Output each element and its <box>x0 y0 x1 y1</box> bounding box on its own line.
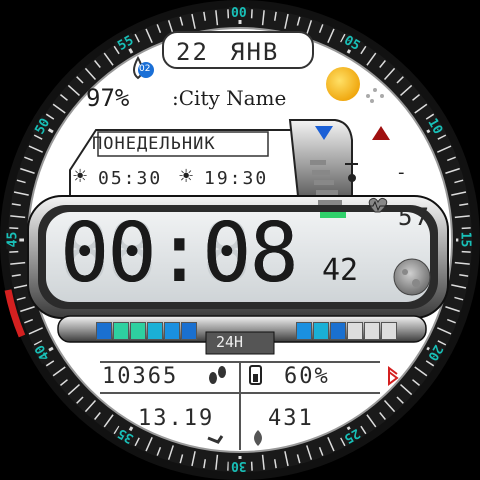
date-month: ЯНВ <box>230 38 280 66</box>
sunset-icon: ☀ <box>178 166 195 187</box>
calories-value: 431 <box>268 406 314 431</box>
date-day: 22 <box>176 38 209 66</box>
level-bar <box>296 322 312 340</box>
level-bar <box>364 322 380 340</box>
moon-phase-icon <box>393 258 431 296</box>
time-minutes: 08 <box>202 206 299 301</box>
level-bar <box>130 322 146 340</box>
level-bar <box>381 322 397 340</box>
sun-icon <box>326 67 360 101</box>
sunrise-time: 05:30 <box>98 168 163 189</box>
sunrise-icon: ☀ <box>72 166 89 187</box>
weekday: ПОНЕДЕЛЬНИК <box>92 134 216 154</box>
bezel-number: 15 <box>457 229 473 250</box>
level-bar <box>164 322 180 340</box>
level-bar <box>313 322 329 340</box>
level-bar <box>96 322 112 340</box>
time-hours: 00 <box>60 206 157 301</box>
time-separator: : <box>154 206 204 301</box>
level-bar <box>113 322 129 340</box>
level-bar <box>181 322 197 340</box>
humidity-value: 97% <box>86 84 130 112</box>
time-display[interactable]: 00:08 <box>60 212 322 296</box>
heart-rate-value: 57 <box>398 203 431 231</box>
sunset-time: 19:30 <box>204 168 269 189</box>
bezel-number: 00 <box>229 6 249 21</box>
format-24h: 24H <box>216 333 244 351</box>
city-name[interactable]: :City Name <box>172 88 286 108</box>
level-bar <box>330 322 346 340</box>
level-bar <box>147 322 163 340</box>
time-seconds: 42 <box>322 253 359 288</box>
steps-value: 10365 <box>102 364 179 389</box>
bezel-number: 45 <box>5 229 21 250</box>
level-bar <box>347 322 363 340</box>
temp-dash: - <box>398 162 405 183</box>
rain-badge: 02 <box>139 64 151 74</box>
bezel-number: 30 <box>229 458 249 473</box>
distance-value: 13.19 <box>138 406 215 431</box>
battery-value: 60% <box>284 364 330 389</box>
